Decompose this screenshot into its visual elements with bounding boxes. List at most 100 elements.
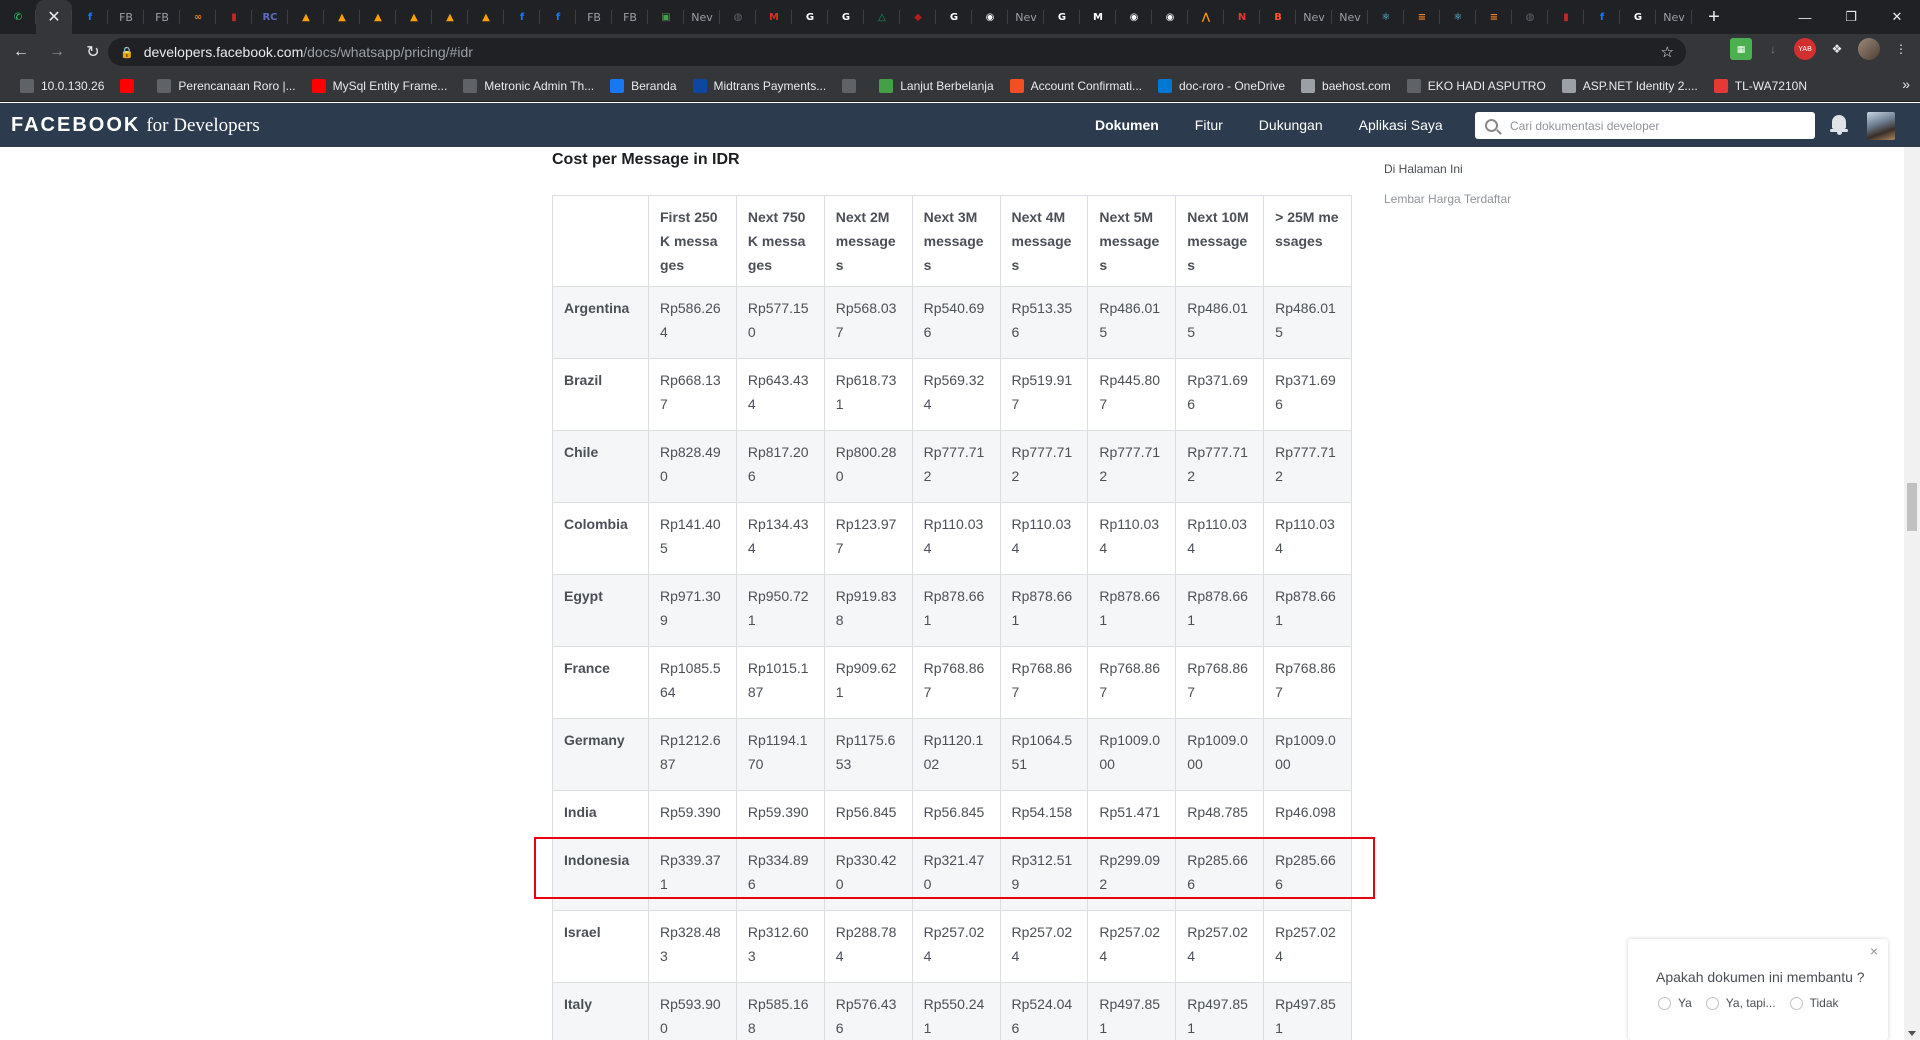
browser-tab[interactable]: G (828, 0, 864, 34)
browser-tab[interactable]: ✆ (0, 0, 36, 34)
bookmark-star-icon[interactable]: ☆ (1661, 43, 1674, 61)
toc-heading[interactable]: Di Halaman Ini (1384, 162, 1511, 176)
back-icon[interactable]: ← (6, 37, 36, 67)
browser-tab[interactable]: Nev (1332, 0, 1368, 34)
browser-tab[interactable]: N (1224, 0, 1260, 34)
browser-tab[interactable]: Nev (1008, 0, 1044, 34)
browser-tab[interactable]: ⋀ (1188, 0, 1224, 34)
bookmark-item[interactable]: doc-roro - OneDrive (1150, 72, 1293, 100)
bookmark-item[interactable]: 10.0.130.26 (12, 72, 112, 100)
browser-tab[interactable]: f (1584, 0, 1620, 34)
browser-tab[interactable]: RC (252, 0, 288, 34)
feedback-option-no[interactable]: Tidak (1789, 996, 1839, 1010)
browser-tab[interactable]: ▲ (432, 0, 468, 34)
browser-tab[interactable]: ▣ (648, 0, 684, 34)
bookmarks-overflow-icon[interactable]: » (1902, 76, 1910, 92)
bookmark-item[interactable]: EKO HADI ASPUTRO (1399, 72, 1554, 100)
radio-icon[interactable] (1789, 996, 1803, 1010)
bookmark-item[interactable]: baehost.com (1293, 72, 1399, 100)
browser-tab[interactable]: G (1620, 0, 1656, 34)
feedback-close-icon[interactable]: × (1870, 943, 1878, 959)
user-avatar[interactable] (1867, 112, 1895, 140)
toc-link-price-sheet[interactable]: Lembar Harga Terdaftar (1384, 192, 1511, 206)
feedback-option-yes[interactable]: Ya (1658, 996, 1692, 1010)
bookmark-item[interactable]: Beranda (602, 72, 684, 100)
address-bar[interactable]: 🔒 developers.facebook.com/docs/whatsapp/… (108, 38, 1686, 66)
browser-tab[interactable]: ◍ (1512, 0, 1548, 34)
bookmark-item[interactable]: Account Confirmati... (1002, 72, 1150, 100)
browser-tab[interactable]: ▮ (216, 0, 252, 34)
docs-search-input[interactable] (1510, 118, 1800, 133)
page-scrollbar[interactable] (1904, 147, 1920, 1040)
browser-tab[interactable]: ⚛ (1368, 0, 1404, 34)
bookmark-item[interactable]: MySql Entity Frame... (304, 72, 456, 100)
browser-tab[interactable]: Nev (1656, 0, 1692, 34)
browser-tab[interactable]: M (756, 0, 792, 34)
bookmark-item[interactable]: Lanjut Berbelanja (871, 72, 1001, 100)
browser-tab[interactable]: ◉ (1152, 0, 1188, 34)
radio-icon[interactable] (1705, 996, 1719, 1010)
browser-tab[interactable]: Nev (1296, 0, 1332, 34)
browser-tab[interactable]: ▮ (1548, 0, 1584, 34)
extension-download-icon[interactable]: ↓ (1762, 38, 1784, 60)
minimize-icon[interactable]: — (1782, 0, 1828, 34)
browser-tab[interactable]: ◉ (1116, 0, 1152, 34)
scroll-down-icon[interactable] (1908, 1031, 1916, 1036)
notification-bell-icon[interactable] (1830, 115, 1848, 135)
browser-tab[interactable]: f (540, 0, 576, 34)
chrome-menu-icon[interactable]: ⋮ (1890, 38, 1912, 60)
profile-avatar[interactable] (1858, 38, 1880, 60)
close-window-icon[interactable]: ✕ (1874, 0, 1920, 34)
browser-tab[interactable]: G (1044, 0, 1080, 34)
site-logo[interactable]: FACEBOOK for Developers (11, 114, 260, 137)
browser-tab[interactable]: △ (864, 0, 900, 34)
browser-tab[interactable]: ≡ (1476, 0, 1512, 34)
browser-tab[interactable]: FB (576, 0, 612, 34)
browser-tab[interactable]: ▲ (396, 0, 432, 34)
bookmark-item[interactable] (834, 72, 871, 100)
browser-tab[interactable]: ∞ (180, 0, 216, 34)
feedback-option-yes-but[interactable]: Ya, tapi... (1705, 996, 1776, 1010)
browser-tab[interactable]: ▲ (324, 0, 360, 34)
radio-icon[interactable] (1658, 996, 1671, 1010)
browser-tab[interactable]: f (72, 0, 108, 34)
browser-tab[interactable]: FB (108, 0, 144, 34)
bookmark-item[interactable]: Perencanaan Roro |... (149, 72, 303, 100)
new-tab-button[interactable]: + (1696, 6, 1732, 29)
extension-yab-icon[interactable]: YAB (1794, 38, 1816, 60)
bookmark-item[interactable]: TL-WA7210N (1706, 72, 1815, 100)
nav-fitur[interactable]: Fitur (1195, 117, 1223, 133)
close-icon[interactable]: ✕ (47, 7, 60, 27)
tab-active[interactable]: ✕ (36, 0, 72, 34)
browser-tab[interactable]: ▲ (468, 0, 504, 34)
bookmark-item[interactable]: Midtrans Payments... (685, 72, 835, 100)
browser-tab[interactable]: M (1080, 0, 1116, 34)
nav-dokumen[interactable]: Dokumen (1095, 117, 1159, 133)
bookmark-item[interactable] (112, 72, 149, 100)
extensions-puzzle-icon[interactable]: ❖ (1826, 38, 1848, 60)
bookmark-item[interactable]: ASP.NET Identity 2.... (1554, 72, 1706, 100)
browser-tab[interactable]: ◍ (720, 0, 756, 34)
docs-search-box[interactable] (1475, 112, 1815, 139)
browser-tab[interactable]: f (504, 0, 540, 34)
bookmark-item[interactable]: Metronic Admin Th... (455, 72, 602, 100)
browser-tab[interactable]: ▲ (360, 0, 396, 34)
scrollbar-thumb[interactable] (1907, 483, 1917, 531)
restore-icon[interactable]: ❐ (1828, 0, 1874, 34)
forward-icon[interactable]: → (42, 37, 72, 67)
reload-icon[interactable]: ↻ (78, 37, 108, 67)
browser-tab[interactable]: ⚛ (1440, 0, 1476, 34)
nav-dukungan[interactable]: Dukungan (1259, 117, 1323, 133)
nav-aplikasi-saya[interactable]: Aplikasi Saya (1359, 117, 1443, 133)
browser-tab[interactable]: FB (144, 0, 180, 34)
browser-tab[interactable]: ≡ (1404, 0, 1440, 34)
browser-tab[interactable]: B (1260, 0, 1296, 34)
browser-tab[interactable]: G (936, 0, 972, 34)
browser-tab[interactable]: FB (612, 0, 648, 34)
browser-tab[interactable]: ◉ (972, 0, 1008, 34)
browser-tab[interactable]: ▲ (288, 0, 324, 34)
extension-sheet-icon[interactable]: ▦ (1730, 38, 1752, 60)
browser-tab[interactable]: ◆ (900, 0, 936, 34)
browser-tab[interactable]: Nev (684, 0, 720, 34)
browser-tab[interactable]: G (792, 0, 828, 34)
